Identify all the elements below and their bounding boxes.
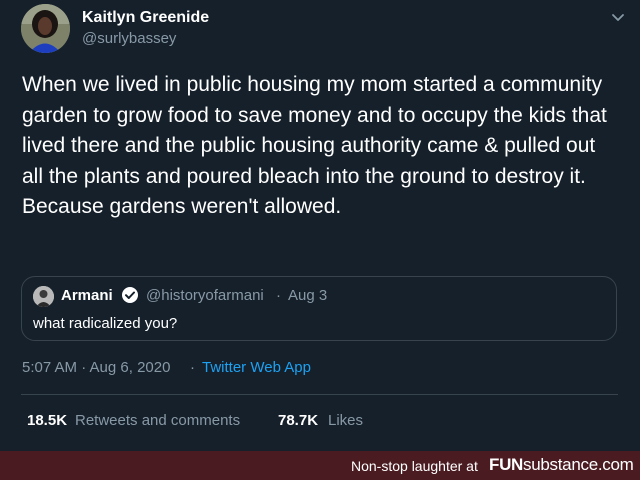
author-handle[interactable]: @surlybassey bbox=[82, 30, 176, 47]
tweet-source-link[interactable]: Twitter Web App bbox=[202, 359, 311, 376]
watermark-text: Non-stop laughter at bbox=[351, 458, 478, 474]
author-avatar[interactable] bbox=[21, 4, 70, 53]
author-name[interactable]: Kaitlyn Greenide bbox=[82, 9, 209, 27]
quoted-separator: · bbox=[276, 287, 281, 304]
likes-count[interactable]: 78.7K bbox=[278, 412, 318, 429]
tweet-text: When we lived in public housing my mom s… bbox=[22, 73, 607, 218]
retweets-count[interactable]: 18.5K bbox=[27, 412, 67, 429]
divider bbox=[21, 394, 618, 395]
quoted-text: what radicalized you? bbox=[33, 315, 178, 332]
quoted-author-handle: @historyofarmani bbox=[146, 287, 264, 304]
verified-badge-icon bbox=[121, 286, 139, 304]
tweet-timestamp[interactable]: 5:07 AM · Aug 6, 2020 bbox=[22, 359, 170, 376]
quoted-date: Aug 3 bbox=[288, 287, 328, 304]
chevron-down-icon[interactable] bbox=[607, 6, 629, 28]
funsubstance-logo: FUNsubstance.com bbox=[489, 455, 634, 474]
quoted-avatar bbox=[33, 286, 54, 307]
retweets-label[interactable]: Retweets and comments bbox=[75, 412, 240, 429]
quoted-tweet[interactable]: Armani @historyofarmani · Aug 3 what rad… bbox=[21, 276, 617, 341]
meta-separator: · bbox=[190, 359, 195, 376]
watermark-bar: Non-stop laughter at FUNsubstance.com bbox=[0, 451, 640, 480]
likes-label[interactable]: Likes bbox=[328, 412, 363, 429]
quoted-author-name: Armani bbox=[61, 287, 113, 304]
